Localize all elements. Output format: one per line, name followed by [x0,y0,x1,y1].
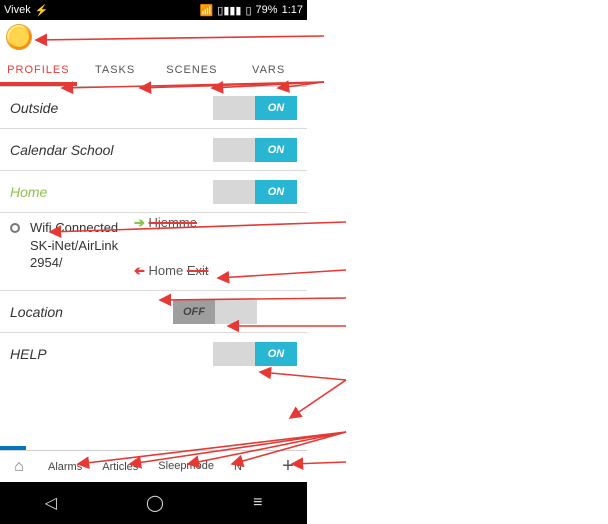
battery-icon: ▯ [245,4,251,17]
context-line: SK-iNet/AirLink [30,237,118,255]
profile-row-location[interactable]: Location OFF [0,291,307,333]
profile-name: Home [10,184,47,200]
phone-frame: Vivek ⚡ 📶 ▯▮▮▮ ▯ 79% 1:17 PROFILES TASKS… [0,0,307,524]
project-tab-bar: ⌂ Alarms Articles Sleepmode N + [0,450,307,482]
battery-pct: 79% [256,4,278,16]
toggle-home[interactable]: ON [213,180,297,204]
arrow-left-icon: ➔ [134,263,145,279]
profile-row-home[interactable]: Home ON [0,171,307,213]
tab-profiles[interactable]: PROFILES [0,54,77,86]
wifi-icon: 📶 [200,4,214,17]
annotation-panel: Long press to enable/disable Tasker If g… [307,0,608,524]
tasker-gear-icon[interactable] [6,24,32,50]
profile-context[interactable]: Wifi Connected SK-iNet/AirLink 2954/ [30,219,118,272]
app-header [0,20,307,54]
tab-scenes-label: SCENES [166,64,217,76]
profile-name: Outside [10,100,58,116]
toggle-help[interactable]: ON [213,342,297,366]
context-line: Wifi Connected [30,219,118,237]
project-tab-n[interactable]: N [224,451,252,482]
project-tab-articles[interactable]: Articles [92,451,148,482]
tab-vars-label: VARS [252,64,285,76]
toggle-on-label: ON [255,96,297,120]
clock: 1:17 [282,4,303,16]
nav-home-icon[interactable]: ◯ [146,493,164,513]
project-tab-sleepmode[interactable]: Sleepmode [148,451,224,482]
plus-icon: + [282,455,294,478]
toggle-outside[interactable]: ON [213,96,297,120]
profile-row-outside[interactable]: Outside ON [0,87,307,129]
tab-tasks[interactable]: TASKS [77,54,154,86]
tab-tasks-label: TASKS [95,64,135,76]
lightning-icon: ⚡ [35,4,49,17]
signal-icon: ▯▮▮▮ [217,4,241,17]
toggle-on-label: ON [255,180,297,204]
context-line: 2954/ [30,254,118,272]
tab-profiles-label: PROFILES [7,64,69,76]
profile-name: Location [10,304,63,320]
profile-row-help[interactable]: HELP ON [0,333,307,375]
toggle-calendar[interactable]: ON [213,138,297,162]
exit-task-label: Home Exit [149,263,209,278]
nav-back-icon[interactable]: ◁ [45,493,57,513]
profile-expanded-home: Wifi Connected SK-iNet/AirLink 2954/ ➔ H… [0,213,307,291]
project-tab-home[interactable]: ⌂ [0,458,38,476]
tab-bar: PROFILES TASKS SCENES VARS [0,54,307,86]
add-profile-button[interactable]: + [269,455,307,478]
status-user: Vivek [4,4,31,16]
toggle-on-label: ON [255,342,297,366]
arrow-right-icon: ➔ [134,215,145,230]
context-indicator-icon [10,223,20,233]
profile-row-calendar[interactable]: Calendar School ON [0,129,307,171]
profile-name: HELP [10,346,47,362]
exit-task-link[interactable]: ➔ Home Exit [134,263,209,279]
toggle-off-label: OFF [173,300,215,324]
enter-task-label: Hjemme [149,215,197,230]
android-nav-bar: ◁ ◯ ≡ [0,482,307,524]
project-tab-alarms[interactable]: Alarms [38,451,92,482]
tab-scenes[interactable]: SCENES [154,54,231,86]
toggle-on-label: ON [255,138,297,162]
profile-name: Calendar School [10,142,114,158]
nav-recent-icon[interactable]: ≡ [253,494,262,512]
enter-task-link[interactable]: ➔ Hjemme [134,215,197,231]
status-bar: Vivek ⚡ 📶 ▯▮▮▮ ▯ 79% 1:17 [0,0,307,20]
home-icon: ⌂ [14,458,24,476]
toggle-location[interactable]: OFF [173,300,257,324]
tab-vars[interactable]: VARS [230,54,307,86]
